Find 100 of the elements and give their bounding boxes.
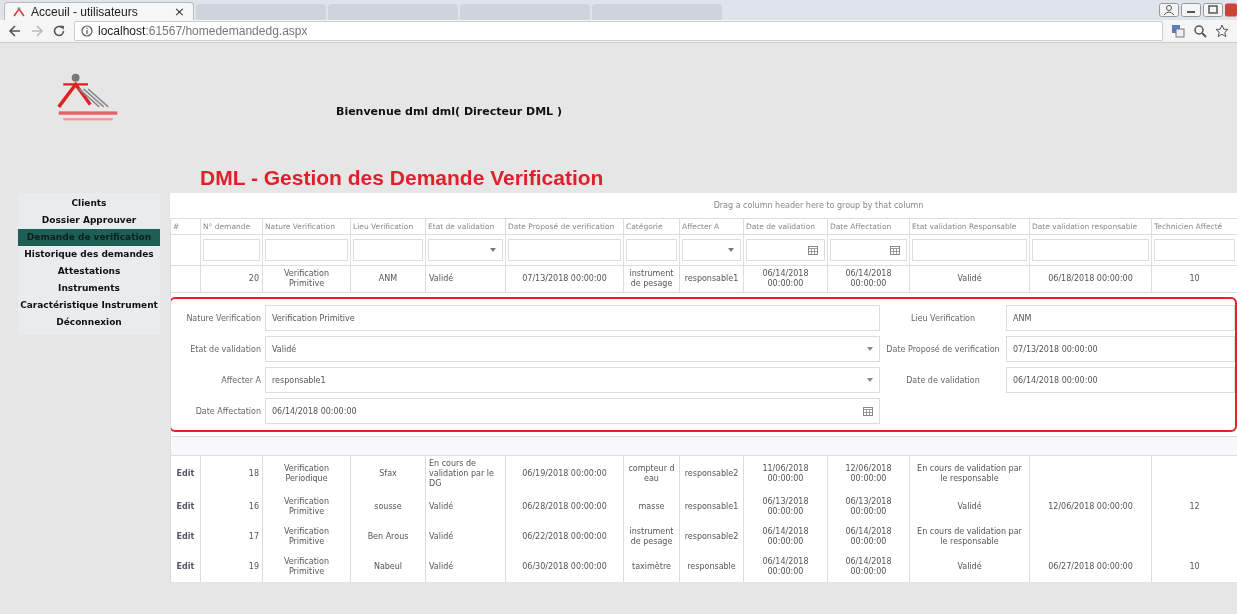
- sidebar-item[interactable]: Caractéristique Instrument: [18, 297, 160, 314]
- table-cell: 10: [1189, 274, 1200, 283]
- table-cell: En cours de validation par le responsable: [917, 527, 1022, 546]
- close-icon[interactable]: ×: [174, 4, 185, 19]
- user-icon[interactable]: [1159, 3, 1179, 17]
- table-cell: taximètre: [632, 562, 671, 571]
- filter-date-field[interactable]: [830, 239, 907, 261]
- field-label: Date Proposé de verification: [885, 344, 1001, 354]
- browser-tab[interactable]: [328, 4, 458, 20]
- field-label: Date de validation: [905, 375, 981, 385]
- table-cell: 07/13/2018 00:00:00: [522, 274, 607, 283]
- address-bar[interactable]: localhost:61567/homedemandedg.aspx: [74, 21, 1163, 41]
- filter-field[interactable]: [1154, 239, 1235, 261]
- filter-dropdown[interactable]: [428, 239, 503, 261]
- table-cell: 06/14/2018 00:00:00: [845, 557, 892, 576]
- calendar-icon: [808, 245, 818, 255]
- table-cell: responsable2: [684, 469, 739, 478]
- table-cell: 06/22/2018 00:00:00: [522, 532, 607, 541]
- caret-icon: [728, 248, 734, 252]
- filter-field[interactable]: [626, 239, 677, 261]
- input-field[interactable]: 07/13/2018 00:00:00: [1006, 336, 1235, 362]
- input-field[interactable]: ANM: [1006, 305, 1235, 331]
- edit-link[interactable]: Edit: [176, 562, 195, 571]
- table-cell: sousse: [374, 502, 402, 511]
- table-cell: Validé: [429, 502, 454, 511]
- sidebar-item[interactable]: Attestations: [18, 263, 160, 280]
- field-label: Date Affectation: [194, 406, 261, 416]
- filter-field[interactable]: [203, 239, 260, 261]
- table-cell: 12: [1189, 502, 1200, 511]
- table-cell: Verification Primitive: [284, 497, 329, 516]
- table-cell: Validé: [957, 562, 982, 571]
- filter-field[interactable]: [912, 239, 1027, 261]
- table-cell: 18: [248, 469, 259, 478]
- field-label: Etat de validation: [189, 344, 261, 354]
- table-cell: 06/13/2018 00:00:00: [845, 497, 892, 516]
- table-cell: Validé: [957, 274, 982, 283]
- logo-icon: [13, 6, 25, 17]
- table-cell: responsable: [687, 562, 736, 571]
- table-cell: Validé: [429, 274, 454, 283]
- table-cell: ANM: [378, 274, 398, 283]
- filter-date-field[interactable]: [746, 239, 825, 261]
- date-field[interactable]: 06/14/2018 00:00:00: [265, 398, 880, 424]
- input-field[interactable]: 06/14/2018 00:00:00: [1006, 367, 1235, 393]
- zoom-icon[interactable]: [1193, 24, 1207, 38]
- table-cell: 06/14/2018 00:00:00: [762, 557, 809, 576]
- url-text: localhost:61567/homedemandedg.aspx: [98, 24, 308, 38]
- sidebar-item[interactable]: Historique des demandes: [18, 246, 160, 263]
- table-cell: 06/28/2018 00:00:00: [522, 502, 607, 511]
- filter-field[interactable]: [353, 239, 423, 261]
- filter-field[interactable]: [508, 239, 621, 261]
- table-cell: Verification Primitive: [284, 269, 329, 288]
- filter-field[interactable]: [1032, 239, 1149, 261]
- calendar-icon: [890, 245, 900, 255]
- table-cell: Validé: [957, 502, 982, 511]
- browser-tab[interactable]: Acceuil - utilisateurs ×: [4, 2, 194, 20]
- edit-link[interactable]: Edit: [176, 502, 195, 511]
- table-cell: 19: [248, 562, 259, 571]
- browser-tab[interactable]: [460, 4, 590, 20]
- calendar-icon: [863, 406, 873, 416]
- table-cell: Verification Primitive: [284, 527, 329, 546]
- translate-icon[interactable]: [1171, 24, 1185, 38]
- table-cell: masse: [638, 502, 665, 511]
- table-cell: 20: [248, 274, 259, 283]
- table-cell: 12/06/2018 00:00:00: [1048, 502, 1133, 511]
- edit-link[interactable]: Edit: [176, 532, 195, 541]
- maximize-icon[interactable]: [1203, 3, 1223, 17]
- dropdown[interactable]: Validé: [265, 336, 880, 362]
- browser-tab[interactable]: [592, 4, 722, 20]
- table-cell: Validé: [429, 562, 454, 571]
- page-title: DML - Gestion des Demande Verification: [200, 167, 604, 189]
- sidebar-item[interactable]: Dossier Approuver: [18, 212, 160, 229]
- table-cell: Ben Arous: [367, 532, 409, 541]
- group-hint: Drag a column header here to group by that column: [712, 200, 925, 212]
- browser-tab[interactable]: [196, 4, 326, 20]
- table-cell: 16: [248, 502, 259, 511]
- filter-field[interactable]: [265, 239, 348, 261]
- table-cell: 06/27/2018 00:00:00: [1048, 562, 1133, 571]
- edit-link[interactable]: Edit: [176, 469, 195, 478]
- dropdown[interactable]: responsable1: [265, 367, 880, 393]
- star-icon[interactable]: [1215, 24, 1229, 38]
- welcome-text: Bienvenue dml dml( Directeur DML ): [336, 105, 562, 118]
- reload-icon[interactable]: [52, 24, 66, 38]
- field-label: Affecter A: [220, 375, 261, 385]
- filter-dropdown[interactable]: [682, 239, 741, 261]
- sidebar-item[interactable]: Instruments: [18, 280, 160, 297]
- forward-icon[interactable]: [30, 24, 44, 38]
- table-cell: En cours de validation par le DG: [429, 459, 494, 488]
- table-cell: Sfax: [379, 469, 397, 478]
- caret-icon: [867, 347, 873, 351]
- minimize-icon[interactable]: [1181, 3, 1201, 17]
- caret-icon: [867, 378, 873, 382]
- input-field[interactable]: Verification Primitive: [265, 305, 880, 331]
- table-cell: 12/06/2018 00:00:00: [845, 464, 892, 483]
- back-icon[interactable]: [8, 24, 22, 38]
- table-cell: instrument de pesage: [629, 269, 674, 288]
- table-cell: 17: [248, 532, 259, 541]
- sidebar-item[interactable]: Clients: [18, 195, 160, 212]
- table-cell: compteur d eau: [628, 464, 675, 483]
- sidebar-item[interactable]: Déconnexion: [18, 314, 160, 331]
- table-cell: 06/30/2018 00:00:00: [522, 562, 607, 571]
